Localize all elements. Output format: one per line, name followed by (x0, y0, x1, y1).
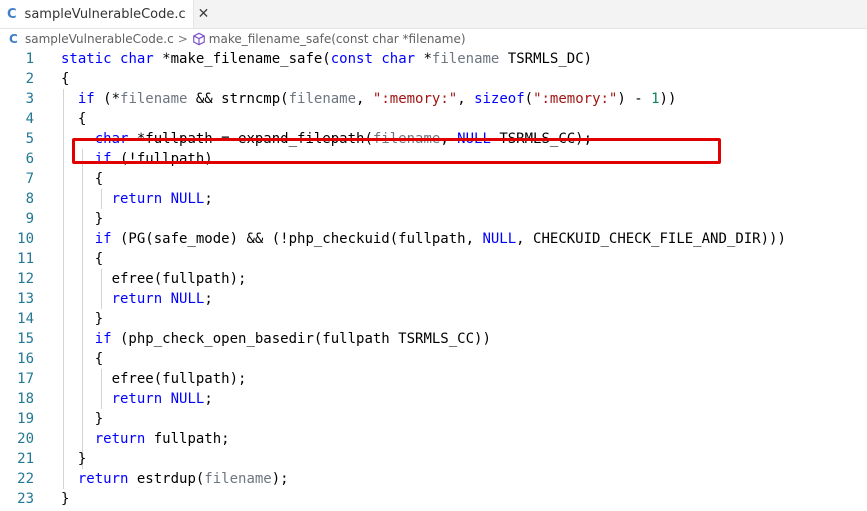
code-text: efree(fullpath); (61, 271, 247, 287)
line-number: 9 (25, 211, 34, 227)
close-icon[interactable]: ✕ (198, 6, 210, 22)
line-number: 19 (17, 411, 34, 427)
code-line[interactable]: 3 if (*filename && strncmp(filename, ":m… (0, 89, 867, 109)
code-line[interactable]: 11 { (0, 249, 867, 269)
code-text: if (PG(safe_mode) && (!php_checkuid(full… (94, 231, 786, 247)
code-line[interactable]: 2{ (0, 69, 867, 89)
code-line[interactable]: 19 } (0, 409, 867, 429)
c-file-icon: C (7, 6, 17, 22)
line-number: 7 (25, 171, 34, 187)
line-number: 12 (17, 271, 34, 287)
code-text: if (*filename && strncmp(filename, ":mem… (77, 91, 677, 107)
code-text: return fullpath; (94, 431, 230, 447)
line-number: 17 (17, 371, 34, 387)
line-number: 10 (17, 231, 34, 247)
code-text: { (61, 351, 104, 367)
editor-tab[interactable]: C sampleVulnerableCode.c ✕ (0, 0, 209, 28)
code-text: } (61, 211, 104, 227)
code-text: { (61, 171, 104, 187)
line-number: 16 (17, 351, 34, 367)
code-line[interactable]: 8 return NULL; (0, 189, 867, 209)
code-text: { (61, 251, 104, 267)
line-number: 14 (17, 311, 34, 327)
line-number: 13 (17, 291, 34, 307)
code-text: return NULL; (111, 391, 213, 407)
line-number: 3 (25, 91, 34, 107)
breadcrumb-symbol[interactable]: make_filename_safe(const char *filename) (209, 32, 466, 46)
code-line[interactable]: 22 return estrdup(filename); (0, 469, 867, 489)
line-number: 8 (25, 191, 34, 207)
code-text: return estrdup(filename); (77, 471, 289, 487)
c-file-icon: C (9, 32, 18, 46)
code-editor[interactable]: 1 static char *make_filename_safe(const c… (0, 49, 867, 511)
code-line[interactable]: 23} (0, 489, 867, 509)
code-text: } (61, 411, 104, 427)
code-text: efree(fullpath); (61, 371, 247, 387)
code-line[interactable]: 17 efree(fullpath); (0, 369, 867, 389)
code-line[interactable]: 20 return fullpath; (0, 429, 867, 449)
code-text: } (61, 311, 104, 327)
code-text: if (php_check_open_basedir(fullpath TSRM… (94, 331, 491, 347)
code-line[interactable]: 18 return NULL; (0, 389, 867, 409)
line-number: 4 (25, 111, 34, 127)
code-line[interactable]: 1 static char *make_filename_safe(const c… (0, 49, 867, 69)
tab-bar: C sampleVulnerableCode.c ✕ (0, 0, 867, 29)
code-text: } (61, 491, 70, 507)
code-line[interactable]: 4 { (0, 109, 867, 129)
code-text: { (61, 111, 87, 127)
code-line[interactable]: 13 return NULL; (0, 289, 867, 309)
line-number: 5 (25, 131, 34, 147)
code-line[interactable]: 9 } (0, 209, 867, 229)
code-line[interactable]: 14 } (0, 309, 867, 329)
code-line[interactable]: 12 efree(fullpath); (0, 269, 867, 289)
line-number: 22 (17, 471, 34, 487)
breadcrumb-separator: > (177, 32, 188, 46)
code-line[interactable]: 7 { (0, 169, 867, 189)
code-text: { (61, 71, 70, 87)
code-line[interactable]: 15 if (php_check_open_basedir(fullpath T… (0, 329, 867, 349)
line-number: 1 (25, 51, 34, 67)
line-number: 2 (25, 71, 34, 87)
code-line[interactable]: 16 { (0, 349, 867, 369)
code-line[interactable]: 10 if (PG(safe_mode) && (!php_checkuid(f… (0, 229, 867, 249)
breadcrumb-file[interactable]: sampleVulnerableCode.c (25, 32, 174, 46)
cube-icon (192, 32, 205, 46)
code-text: static char *make_filename_safe(const ch… (61, 51, 593, 67)
code-text: return NULL; (111, 291, 213, 307)
code-text: return NULL; (111, 191, 213, 207)
line-number: 6 (25, 151, 34, 167)
code-text: } (61, 451, 87, 467)
line-number: 18 (17, 391, 34, 407)
line-number: 23 (17, 491, 34, 507)
line-number: 21 (17, 451, 34, 467)
tab-label: sampleVulnerableCode.c (24, 6, 186, 22)
highlight-box (72, 138, 721, 164)
line-number: 11 (17, 251, 34, 267)
code-line[interactable]: 21 } (0, 449, 867, 469)
line-number: 20 (17, 431, 34, 447)
line-number: 15 (17, 331, 34, 347)
breadcrumb: C sampleVulnerableCode.c > make_filename… (0, 29, 867, 49)
